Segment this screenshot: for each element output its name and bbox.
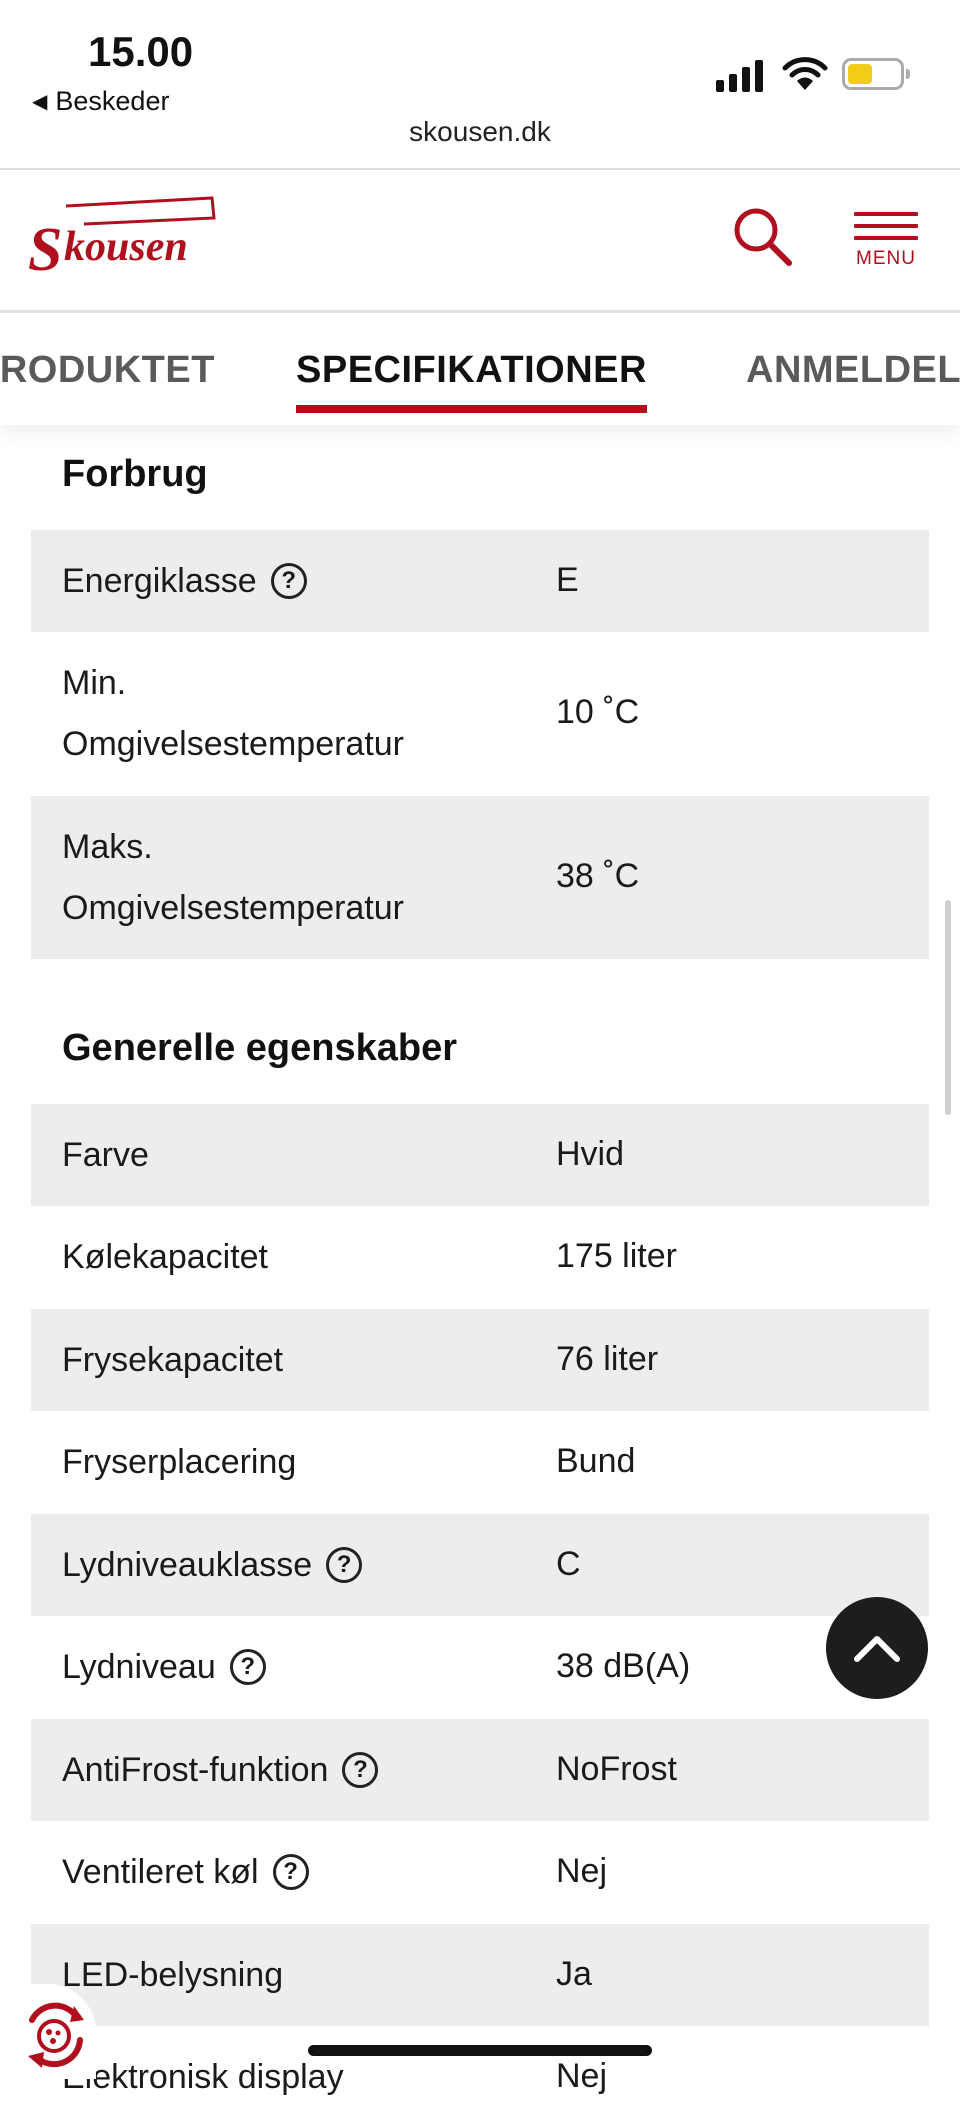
site-header: S kousen MENU (0, 170, 960, 313)
home-indicator (308, 2045, 652, 2056)
menu-icon (854, 212, 918, 216)
spec-value: 175 liter (556, 1237, 677, 1275)
spec-value: Hvid (556, 1135, 625, 1173)
product-tabs: PRODUKTET SPECIFIKATIONER ANMELDELSER (0, 313, 960, 425)
spec-row-antifrost: AntiFrost-funktion ? NoFrost (31, 1719, 929, 1821)
spec-row-energiklasse: Energiklasse ? E (31, 530, 929, 632)
active-tab-underline (296, 405, 647, 413)
spec-key-line2: Omgivelsestemperatur (62, 889, 405, 927)
spec-value: 38 dB(A) (556, 1647, 691, 1685)
spec-value: NoFrost (556, 1750, 677, 1788)
menu-button[interactable]: MENU (854, 212, 918, 270)
chevron-up-icon (854, 1636, 900, 1662)
spec-value: E (556, 561, 579, 599)
back-triangle-icon: ◀ (32, 91, 48, 113)
spec-key: Maks. (62, 828, 153, 866)
spec-key-line2: Omgivelsestemperatur (62, 725, 405, 763)
battery-icon (842, 58, 910, 90)
spec-key: Kølekapacitet (62, 1238, 268, 1276)
spec-key: AntiFrost-funktion (62, 1751, 329, 1789)
skousen-logo[interactable]: S kousen (28, 192, 218, 292)
spec-key: Fryserplacering (62, 1443, 297, 1481)
back-label: Beskeder (55, 86, 170, 116)
menu-label: MENU (856, 248, 916, 269)
spec-value: Ja (556, 1955, 592, 1993)
spec-value: Bund (556, 1442, 636, 1480)
spec-row-max-temp: Maks. Omgivelsestemperatur 38 ˚C (31, 796, 929, 959)
spec-row-frysekapacitet: Frysekapacitet 76 liter (31, 1309, 929, 1411)
spec-row-ventileret-kol: Ventileret køl ? Nej (31, 1821, 929, 1924)
spec-row-min-temp: Min. Omgivelsestemperatur 10 ˚C (31, 632, 929, 796)
back-to-app[interactable]: ◀ Beskeder (32, 86, 169, 117)
svg-text:kousen: kousen (64, 224, 188, 270)
spec-key: Frysekapacitet (62, 1341, 284, 1379)
help-icon[interactable]: ? (272, 1854, 309, 1890)
help-icon[interactable]: ? (342, 1752, 379, 1788)
tab-specifikationer[interactable]: SPECIFIKATIONER (296, 349, 647, 413)
spec-row-farve: Farve Hvid (31, 1104, 929, 1206)
spec-row-led-belysning: LED-belysning Ja (31, 1924, 929, 2026)
section-title-generelle: Generelle egenskaber (62, 1027, 457, 1069)
signal-icon (716, 58, 763, 92)
svg-text:S: S (28, 216, 62, 284)
help-icon[interactable]: ? (229, 1649, 266, 1685)
spec-row-kolekapacitet: Kølekapacitet 175 liter (31, 1206, 929, 1309)
spec-row-lydniveauklasse: Lydniveauklasse ? C (31, 1514, 929, 1616)
spec-key: Min. (62, 664, 127, 702)
section-title-forbrug: Forbrug (62, 453, 208, 495)
url-bar[interactable]: skousen.dk (0, 116, 960, 148)
status-time: 15.00 (88, 28, 194, 75)
spec-key: Energiklasse (62, 562, 257, 600)
spec-key: Farve (62, 1136, 149, 1174)
scroll-indicator (945, 900, 951, 1115)
search-icon[interactable] (730, 204, 794, 268)
spec-value: 10 ˚C (556, 693, 640, 731)
help-icon[interactable]: ? (326, 1547, 363, 1583)
cookie-settings-button[interactable] (0, 1984, 96, 2079)
spec-value: Nej (556, 1852, 608, 1890)
spec-row-fryserplacering: Fryserplacering Bund (31, 1411, 929, 1514)
spec-key: Lydniveau (62, 1648, 216, 1686)
spec-key: Elektronisk display (62, 2058, 344, 2096)
help-icon[interactable]: ? (270, 563, 307, 599)
tab-produktet[interactable]: PRODUKTET (0, 349, 215, 392)
spec-value: C (556, 1545, 581, 1583)
spec-value: 38 ˚C (556, 857, 640, 895)
spec-row-lydniveau: Lydniveau ? 38 dB(A) (31, 1616, 929, 1719)
scroll-to-top-button[interactable] (826, 1597, 928, 1699)
spec-key: Lydniveauklasse (62, 1546, 313, 1584)
spec-key: LED-belysning (62, 1956, 284, 1994)
wifi-icon (782, 57, 828, 90)
spec-value: Nej (556, 2057, 608, 2095)
tab-specifikationer-label: SPECIFIKATIONER (296, 349, 647, 391)
spec-value: 76 liter (556, 1340, 659, 1378)
spec-key: Ventileret køl (62, 1853, 259, 1891)
status-bar: 15.00 ◀ Beskeder skousen.dk (0, 0, 960, 170)
cookie-icon (28, 2002, 84, 2068)
tab-anmeldelser[interactable]: ANMELDELSER (746, 349, 960, 392)
